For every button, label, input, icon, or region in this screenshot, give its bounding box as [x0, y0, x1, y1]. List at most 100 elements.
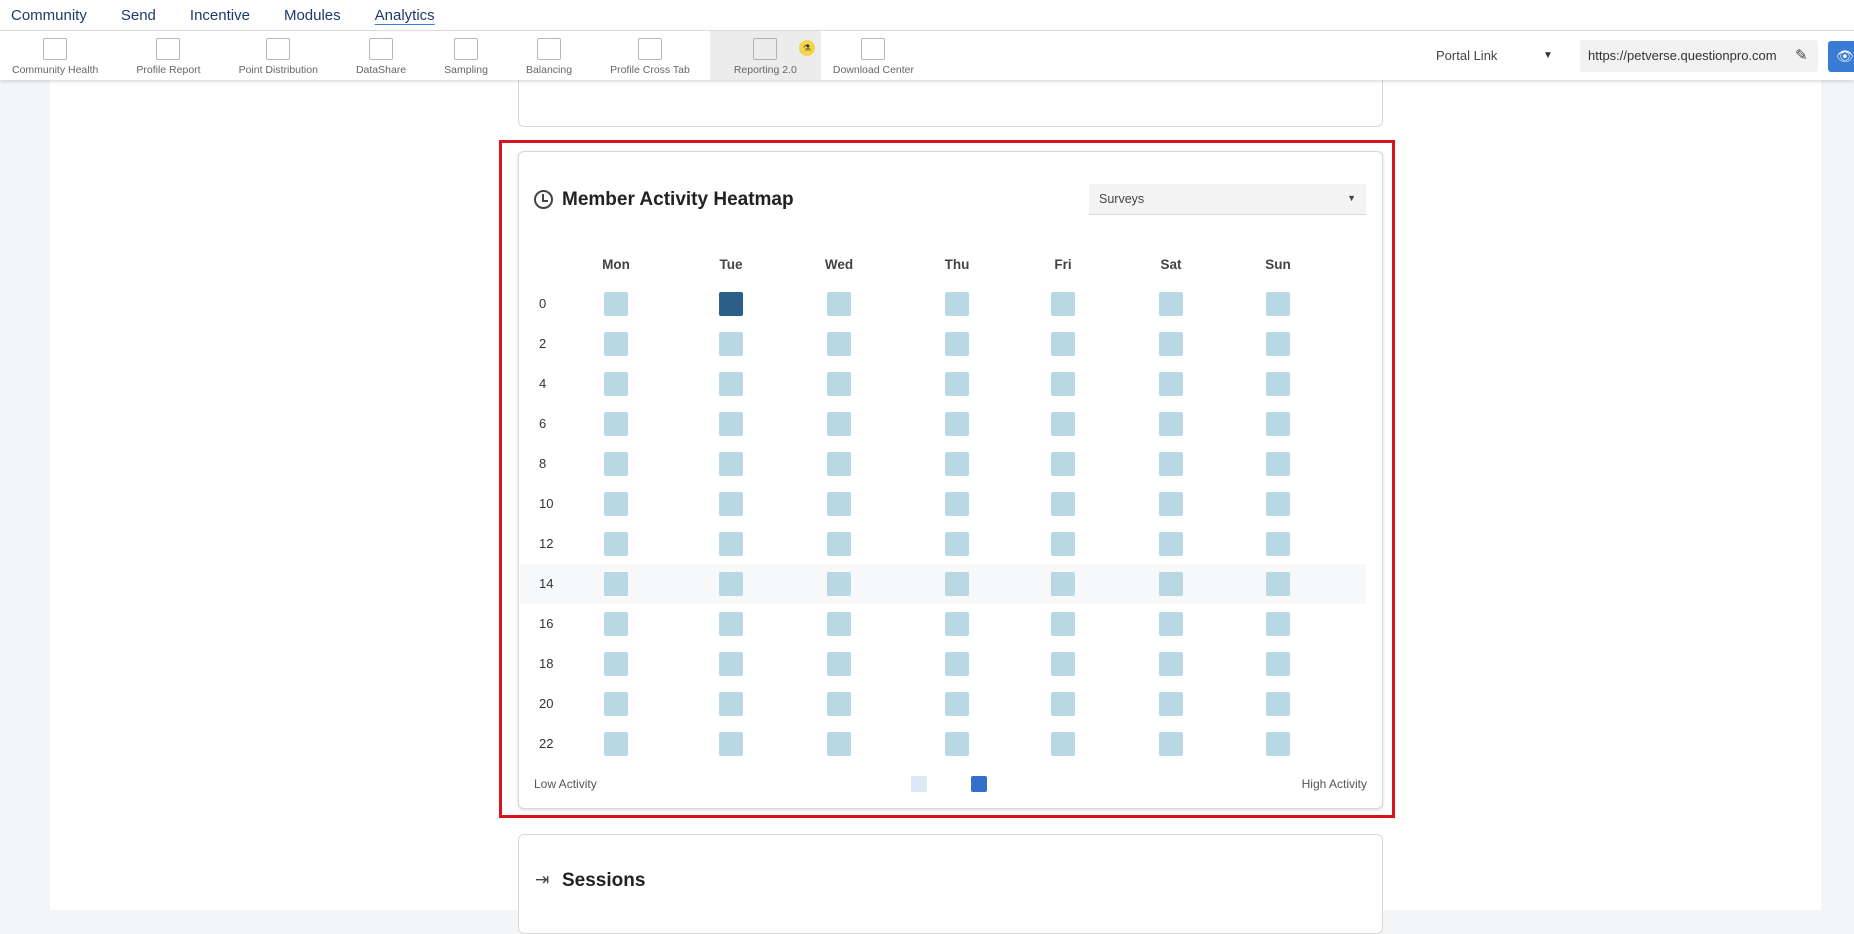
- heatmap-cell[interactable]: [1051, 372, 1075, 396]
- heatmap-cell[interactable]: [1051, 412, 1075, 436]
- heatmap-cell[interactable]: [1159, 492, 1183, 516]
- heatmap-cell[interactable]: [1051, 572, 1075, 596]
- tool-balancing[interactable]: Balancing: [514, 31, 584, 80]
- heatmap-cell[interactable]: [1266, 372, 1290, 396]
- heatmap-cell[interactable]: [827, 532, 851, 556]
- heatmap-cell[interactable]: [1266, 532, 1290, 556]
- heatmap-cell[interactable]: [945, 332, 969, 356]
- tool-download-center[interactable]: Download Center: [821, 31, 926, 80]
- heatmap-cell[interactable]: [1266, 732, 1290, 756]
- heatmap-cell[interactable]: [1266, 452, 1290, 476]
- heatmap-cell[interactable]: [827, 612, 851, 636]
- heatmap-cell[interactable]: [827, 332, 851, 356]
- heatmap-cell[interactable]: [719, 652, 743, 676]
- tool-sampling[interactable]: Sampling: [432, 31, 500, 80]
- heatmap-cell[interactable]: [1159, 572, 1183, 596]
- pencil-icon[interactable]: ✎: [1795, 46, 1808, 64]
- heatmap-cell[interactable]: [1266, 692, 1290, 716]
- heatmap-cell[interactable]: [1051, 452, 1075, 476]
- heatmap-cell[interactable]: [604, 412, 628, 436]
- heatmap-cell[interactable]: [719, 612, 743, 636]
- heatmap-cell[interactable]: [719, 372, 743, 396]
- heatmap-cell[interactable]: [1051, 612, 1075, 636]
- heatmap-cell[interactable]: [945, 612, 969, 636]
- heatmap-cell[interactable]: [1159, 332, 1183, 356]
- heatmap-cell[interactable]: [1266, 572, 1290, 596]
- heatmap-cell[interactable]: [719, 732, 743, 756]
- heatmap-cell[interactable]: [827, 572, 851, 596]
- heatmap-cell[interactable]: [827, 452, 851, 476]
- heatmap-cell[interactable]: [719, 332, 743, 356]
- heatmap-cell[interactable]: [604, 732, 628, 756]
- heatmap-cell[interactable]: [827, 292, 851, 316]
- heatmap-cell[interactable]: [945, 692, 969, 716]
- tool-profile-report[interactable]: Profile Report: [124, 31, 212, 80]
- heatmap-cell[interactable]: [1266, 612, 1290, 636]
- metric-select[interactable]: Surveys ▼: [1089, 184, 1366, 215]
- heatmap-cell[interactable]: [827, 492, 851, 516]
- caret-down-icon[interactable]: ▼: [1543, 50, 1553, 61]
- portal-url-field[interactable]: https://petverse.questionpro.com: [1580, 40, 1818, 72]
- heatmap-cell[interactable]: [945, 532, 969, 556]
- heatmap-cell[interactable]: [945, 572, 969, 596]
- heatmap-cell[interactable]: [1266, 332, 1290, 356]
- heatmap-cell[interactable]: [1159, 452, 1183, 476]
- heatmap-cell[interactable]: [1159, 692, 1183, 716]
- heatmap-cell[interactable]: [827, 652, 851, 676]
- nav-send[interactable]: Send: [121, 7, 156, 24]
- nav-incentive[interactable]: Incentive: [190, 7, 250, 24]
- heatmap-cell[interactable]: [1051, 692, 1075, 716]
- heatmap-cell[interactable]: [1051, 292, 1075, 316]
- heatmap-cell[interactable]: [1266, 292, 1290, 316]
- heatmap-cell[interactable]: [604, 372, 628, 396]
- heatmap-cell[interactable]: [827, 692, 851, 716]
- heatmap-cell[interactable]: [604, 292, 628, 316]
- heatmap-cell[interactable]: [1266, 412, 1290, 436]
- heatmap-cell[interactable]: [945, 412, 969, 436]
- heatmap-cell[interactable]: [945, 492, 969, 516]
- heatmap-cell[interactable]: [719, 572, 743, 596]
- heatmap-cell[interactable]: [1051, 492, 1075, 516]
- heatmap-cell[interactable]: [945, 292, 969, 316]
- heatmap-cell[interactable]: [945, 372, 969, 396]
- portal-link-select[interactable]: Portal Link: [1436, 48, 1497, 63]
- heatmap-cell[interactable]: [1159, 412, 1183, 436]
- nav-modules[interactable]: Modules: [284, 7, 341, 24]
- heatmap-cell[interactable]: [1159, 652, 1183, 676]
- tool-profile-cross-tab[interactable]: Profile Cross Tab: [598, 31, 702, 80]
- heatmap-cell[interactable]: [1051, 532, 1075, 556]
- tool-datashare[interactable]: DataShare: [344, 31, 418, 80]
- heatmap-cell[interactable]: [945, 652, 969, 676]
- heatmap-cell[interactable]: [719, 412, 743, 436]
- heatmap-cell[interactable]: [719, 292, 743, 316]
- heatmap-cell[interactable]: [719, 452, 743, 476]
- heatmap-cell[interactable]: [719, 492, 743, 516]
- heatmap-cell[interactable]: [604, 612, 628, 636]
- preview-button[interactable]: 👁: [1828, 41, 1854, 72]
- heatmap-cell[interactable]: [1159, 372, 1183, 396]
- heatmap-cell[interactable]: [604, 452, 628, 476]
- heatmap-cell[interactable]: [945, 732, 969, 756]
- heatmap-cell[interactable]: [719, 532, 743, 556]
- heatmap-cell[interactable]: [1159, 612, 1183, 636]
- heatmap-cell[interactable]: [719, 692, 743, 716]
- heatmap-cell[interactable]: [827, 732, 851, 756]
- nav-community[interactable]: Community: [11, 7, 87, 24]
- heatmap-cell[interactable]: [604, 532, 628, 556]
- heatmap-cell[interactable]: [1159, 732, 1183, 756]
- tool-reporting-2[interactable]: Reporting 2.0 ⚗: [709, 31, 821, 80]
- heatmap-cell[interactable]: [1051, 332, 1075, 356]
- heatmap-cell[interactable]: [604, 492, 628, 516]
- tool-community-health[interactable]: Community Health: [0, 31, 110, 80]
- heatmap-cell[interactable]: [827, 412, 851, 436]
- heatmap-cell[interactable]: [1159, 292, 1183, 316]
- heatmap-cell[interactable]: [604, 692, 628, 716]
- heatmap-cell[interactable]: [945, 452, 969, 476]
- heatmap-cell[interactable]: [1051, 652, 1075, 676]
- heatmap-cell[interactable]: [604, 652, 628, 676]
- heatmap-cell[interactable]: [604, 572, 628, 596]
- heatmap-cell[interactable]: [1266, 652, 1290, 676]
- heatmap-cell[interactable]: [1051, 732, 1075, 756]
- heatmap-cell[interactable]: [1266, 492, 1290, 516]
- tool-point-distribution[interactable]: Point Distribution: [227, 31, 330, 80]
